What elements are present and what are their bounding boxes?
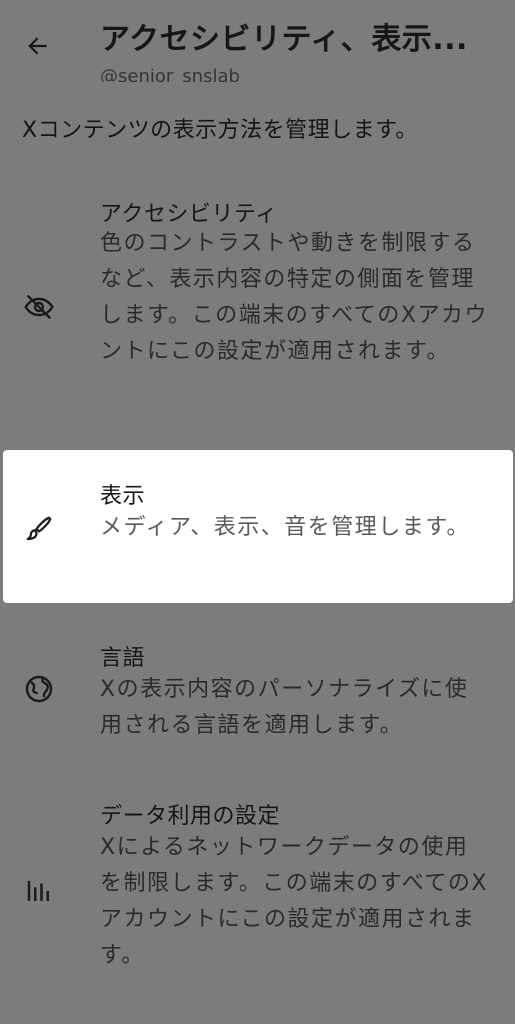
header: アクセシビリティ、表示... @senior_snslab [0,0,515,90]
back-button[interactable] [18,26,58,66]
settings-item-display[interactable]: 表示 メディア、表示、音を管理します。 [3,450,513,603]
settings-item-data-usage[interactable]: データ利用の設定 Xによるネットワークデータの使用を制限します。この端末のすべて… [0,788,515,998]
settings-item-language[interactable]: 言語 Xの表示内容のパーソナライズに使用される言語を適用します。 [0,630,515,760]
settings-screen: アクセシビリティ、表示... @senior_snslab Xコンテンツの表示方… [0,0,515,1024]
item-title: アクセシビリティ [100,202,278,227]
eye-slash-icon [22,290,56,324]
item-description: Xの表示内容のパーソナライズに使用される言語を適用します。 [100,677,469,738]
brush-icon [22,512,56,546]
item-description: 色のコントラストや動きを制限するなど、表示内容の特定の側面を管理します。この端末… [100,231,488,364]
account-handle: @senior_snslab [100,66,240,82]
settings-item-accessibility[interactable]: アクセシビリティ 色のコントラストや動きを制限するなど、表示内容の特定の側面を管… [0,188,515,433]
page-title: アクセシビリティ、表示... [100,22,468,57]
bar-chart-icon [22,874,56,908]
item-title: データ利用の設定 [100,804,281,829]
globe-icon [22,672,56,706]
item-title: 表示 [100,484,146,509]
item-title: 言語 [100,646,146,671]
item-description: メディア、表示、音を管理します。 [100,515,471,540]
item-description: Xによるネットワークデータの使用を制限します。この端末のすべてのXアカウントにこ… [100,835,488,968]
arrow-left-icon [28,37,47,55]
intro-text: Xコンテンツの表示方法を管理します。 [22,118,418,143]
